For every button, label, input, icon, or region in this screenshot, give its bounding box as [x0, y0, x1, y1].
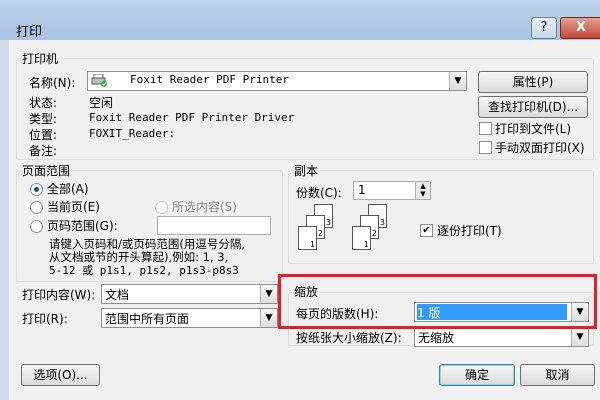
window-title: 打印	[16, 25, 43, 40]
print-dialog: 打印 ? X 打印机 名称(N): Foxit Reader PDF Print…	[0, 0, 600, 400]
status-value: 空闲	[89, 96, 114, 110]
comment-label: 备注:	[29, 144, 58, 158]
page-range-current-label[interactable]: 当前页(E)	[47, 198, 100, 215]
scale-to-paper-select[interactable]: 无缩放 ▼	[414, 327, 589, 347]
collate-label[interactable]: 逐份打印(T)	[437, 222, 502, 239]
options-button[interactable]: 选项(O)...	[21, 364, 100, 386]
page-range-all-radio[interactable]	[30, 183, 43, 196]
dropdown-arrow-icon[interactable]: ▼	[260, 309, 277, 327]
manual-duplex-label[interactable]: 手动双面打印(X)	[495, 139, 585, 156]
scale-to-paper-label: 按纸张大小缩放(Z):	[296, 331, 402, 345]
type-label: 类型:	[29, 112, 58, 126]
page-range-current-radio[interactable]	[30, 201, 43, 214]
page-range-input[interactable]	[157, 216, 271, 235]
dropdown-arrow-icon[interactable]: ▼	[571, 328, 588, 346]
printer-name-value: Foxit Reader PDF Printer	[130, 73, 289, 86]
page-range-all-label[interactable]: 全部(A)	[47, 180, 89, 197]
cancel-button[interactable]: 取消	[520, 364, 595, 386]
manual-duplex-checkbox[interactable]	[479, 141, 492, 154]
dropdown-arrow-icon[interactable]: ▼	[449, 72, 466, 90]
highlight-annotation	[278, 274, 597, 329]
printer-group-title: 打印机	[20, 50, 61, 67]
ok-button[interactable]: 确定	[439, 364, 515, 386]
copy-page-1b: 1	[352, 226, 371, 250]
print-label: 打印(R):	[22, 312, 68, 326]
help-button[interactable]: ?	[531, 17, 557, 39]
page-range-selection-label[interactable]: 所选内容(S)	[172, 198, 237, 215]
location-value: FOXIT_Reader:	[89, 127, 176, 140]
print-what-value: 文档	[105, 288, 130, 302]
page-range-pages-label[interactable]: 页码范围(G):	[47, 217, 118, 234]
print-to-file-label[interactable]: 打印到文件(L)	[495, 120, 571, 137]
location-label: 位置:	[29, 128, 58, 142]
printer-name-select[interactable]: Foxit Reader PDF Printer ▼	[87, 71, 467, 91]
spin-up-down-icon[interactable]: ▲ ▼	[415, 182, 430, 199]
copies-group-title: 副本	[292, 162, 321, 179]
copies-count-label: 份数(C):	[296, 186, 342, 200]
properties-button[interactable]: 属性(P)	[478, 71, 588, 93]
title-bar[interactable]: 打印 ? X	[0, 0, 600, 40]
page-range-group-title: 页面范围	[20, 162, 73, 179]
print-to-file-checkbox[interactable]	[479, 122, 492, 135]
scale-to-paper-value: 无缩放	[418, 331, 455, 345]
copies-count-value: 1	[358, 183, 366, 197]
close-button[interactable]: X	[560, 17, 600, 39]
type-value: Foxit Reader PDF Printer Driver	[89, 111, 295, 124]
collate-checkbox[interactable]: ✔	[420, 224, 433, 237]
dropdown-arrow-icon[interactable]: ▼	[260, 285, 277, 303]
copies-input[interactable]: 1 ▲ ▼	[353, 181, 431, 200]
copy-page-1: 1	[298, 226, 317, 250]
print-what-label: 打印内容(W):	[22, 288, 96, 302]
page-range-hint-line3: 5-12 或 p1s1, p1s2, p1s3-p8s3	[49, 264, 239, 277]
printer-name-label: 名称(N):	[29, 76, 76, 90]
find-printer-button[interactable]: 查找打印机(D)...	[478, 96, 588, 118]
printer-icon	[91, 73, 107, 87]
dialog-body: 打印机 名称(N): Foxit Reader PDF Printer ▼ 属性…	[9, 40, 600, 400]
print-select[interactable]: 范围中所有页面 ▼	[101, 308, 278, 328]
print-what-select[interactable]: 文档 ▼	[101, 284, 278, 304]
status-label: 状态:	[29, 96, 58, 110]
print-select-value: 范围中所有页面	[105, 312, 190, 326]
page-range-selection-radio[interactable]	[155, 201, 168, 214]
page-range-pages-radio[interactable]	[30, 220, 43, 233]
